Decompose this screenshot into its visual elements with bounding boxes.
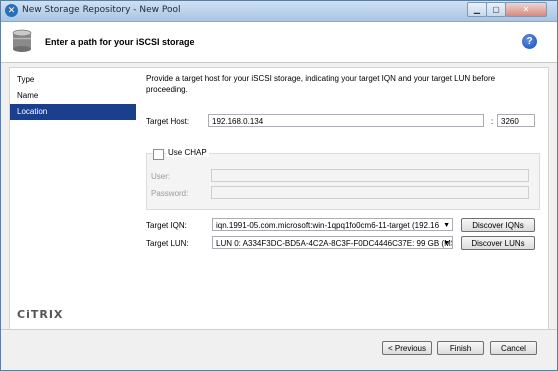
discover-iqns-button[interactable]: Discover IQNs xyxy=(461,218,535,232)
chevron-down-icon: ▼ xyxy=(443,222,450,229)
window-title: New Storage Repository - New Pool xyxy=(22,5,181,15)
help-icon[interactable]: ? xyxy=(522,34,537,49)
target-iqn-select[interactable]: iqn.1991-05.com.microsoft:win-1qpq1fo0cm… xyxy=(212,218,453,231)
target-lun-label: Target LUN: xyxy=(146,239,189,248)
dialog-window: ✕ New Storage Repository - New Pool ▁ ▢ … xyxy=(0,0,558,371)
port-input[interactable]: 3260 xyxy=(497,114,535,127)
maximize-button[interactable]: ▢ xyxy=(486,2,506,17)
page-title: Enter a path for your iSCSI storage xyxy=(45,37,195,47)
wizard-steps-sidebar: Type Name Location CiTRIX xyxy=(9,67,137,330)
port-separator: : xyxy=(491,117,494,126)
chevron-down-icon: ▼ xyxy=(443,240,450,247)
citrix-logo: CiTRIX xyxy=(17,308,64,321)
discover-luns-button[interactable]: Discover LUNs xyxy=(461,236,535,250)
target-iqn-value: iqn.1991-05.com.microsoft:win-1qpq1fo0cm… xyxy=(216,221,440,230)
target-host-label: Target Host: xyxy=(146,117,190,126)
app-icon: ✕ xyxy=(5,4,18,17)
wizard-header: Enter a path for your iSCSI storage ? xyxy=(1,22,557,63)
minimize-button[interactable]: ▁ xyxy=(467,2,487,17)
location-panel: Provide a target host for your iSCSI sto… xyxy=(136,67,549,330)
use-chap-checkbox[interactable] xyxy=(153,149,164,160)
chap-password-input[interactable] xyxy=(211,186,529,199)
previous-button[interactable]: < Previous xyxy=(382,341,432,355)
chap-groupbox: Use CHAP User: Password: xyxy=(146,148,540,210)
instructions-text: Provide a target host for your iSCSI sto… xyxy=(146,74,496,94)
chap-user-input[interactable] xyxy=(211,169,529,182)
sidebar-item-name[interactable]: Name xyxy=(10,88,136,104)
sidebar-item-type[interactable]: Type xyxy=(10,72,136,88)
title-bar[interactable]: ✕ New Storage Repository - New Pool ▁ ▢ … xyxy=(1,1,557,22)
target-lun-value: LUN 0: A334F3DC-BD5A-4C2A-8C3F-F0DC4446C… xyxy=(216,239,453,248)
target-iqn-label: Target IQN: xyxy=(146,221,187,230)
storage-disk-icon xyxy=(12,29,32,52)
chap-password-label: Password: xyxy=(151,189,189,198)
chap-user-label: User: xyxy=(151,172,171,181)
finish-button[interactable]: Finish xyxy=(437,341,484,355)
wizard-footer: < Previous Finish Cancel xyxy=(1,329,557,370)
target-lun-select[interactable]: LUN 0: A334F3DC-BD5A-4C2A-8C3F-F0DC4446C… xyxy=(212,236,453,249)
use-chap-label[interactable]: Use CHAP xyxy=(166,148,209,157)
close-button[interactable]: ✕ xyxy=(505,2,547,17)
cancel-button[interactable]: Cancel xyxy=(490,341,537,355)
target-host-input[interactable]: 192.168.0.134 xyxy=(208,114,484,127)
sidebar-item-location[interactable]: Location xyxy=(10,104,136,120)
